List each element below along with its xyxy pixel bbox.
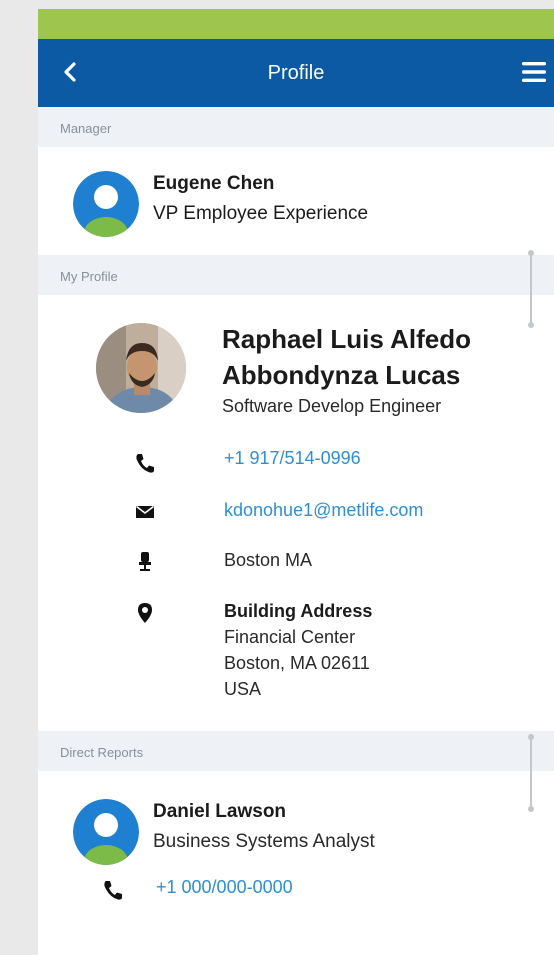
scroll-handle[interactable] — [524, 733, 538, 813]
direct-report-phone-link[interactable]: +1 000/000-0000 — [156, 874, 293, 900]
profile-phone-link[interactable]: +1 917/514-0996 — [224, 445, 361, 471]
section-label-manager: Manager — [60, 121, 112, 136]
profile-email-link[interactable]: kdonohue1@metlife.com — [224, 497, 423, 523]
profile-photo — [96, 323, 186, 413]
direct-report-card[interactable]: Daniel Lawson Business Systems Analyst +… — [38, 771, 554, 955]
direct-report-title: Business Systems Analyst — [153, 831, 375, 852]
desk-chair-icon — [139, 552, 151, 571]
address-line2: Boston, MA 02611 — [224, 653, 370, 673]
scroll-handle[interactable] — [524, 249, 538, 329]
direct-report-name[interactable]: Daniel Lawson — [153, 801, 286, 823]
hamburger-menu-icon[interactable] — [520, 60, 548, 84]
phone-icon — [136, 454, 154, 473]
address-label: Building Address — [224, 601, 373, 621]
section-label-direct-reports: Direct Reports — [60, 745, 144, 760]
profile-name-line2: Abbondynza Lucas — [222, 360, 461, 390]
location-pin-icon — [138, 603, 152, 623]
my-profile-card: Raphael Luis Alfedo Abbondynza Lucas Sof… — [38, 295, 554, 731]
address-line3: USA — [224, 679, 262, 699]
manager-name[interactable]: Eugene Chen — [153, 173, 274, 195]
profile-name: Raphael Luis Alfedo Abbondynza Lucas — [222, 321, 542, 393]
phone-icon — [104, 881, 122, 900]
avatar-icon — [73, 171, 139, 237]
back-arrow-icon[interactable] — [58, 59, 84, 85]
mail-icon — [136, 505, 154, 518]
profile-office: Boston MA — [224, 550, 313, 570]
address-line1: Financial Center — [224, 627, 356, 647]
section-label-my-profile: My Profile — [60, 269, 118, 284]
person-photo-icon — [96, 323, 186, 413]
manager-title: VP Employee Experience — [153, 203, 369, 224]
profile-name-line1: Raphael Luis Alfedo — [222, 324, 471, 354]
status-bar — [38, 9, 554, 39]
page-title: Profile — [267, 61, 325, 84]
profile-title: Software Develop Engineer — [222, 396, 442, 416]
building-address: Building Address Financial Center Boston… — [224, 598, 372, 702]
app-screen: Profile Manager Eugene Chen VP Employee … — [38, 9, 554, 955]
app-header: Profile — [38, 39, 554, 107]
avatar-icon — [73, 799, 139, 865]
manager-card[interactable]: Eugene Chen VP Employee Experience — [38, 147, 554, 255]
